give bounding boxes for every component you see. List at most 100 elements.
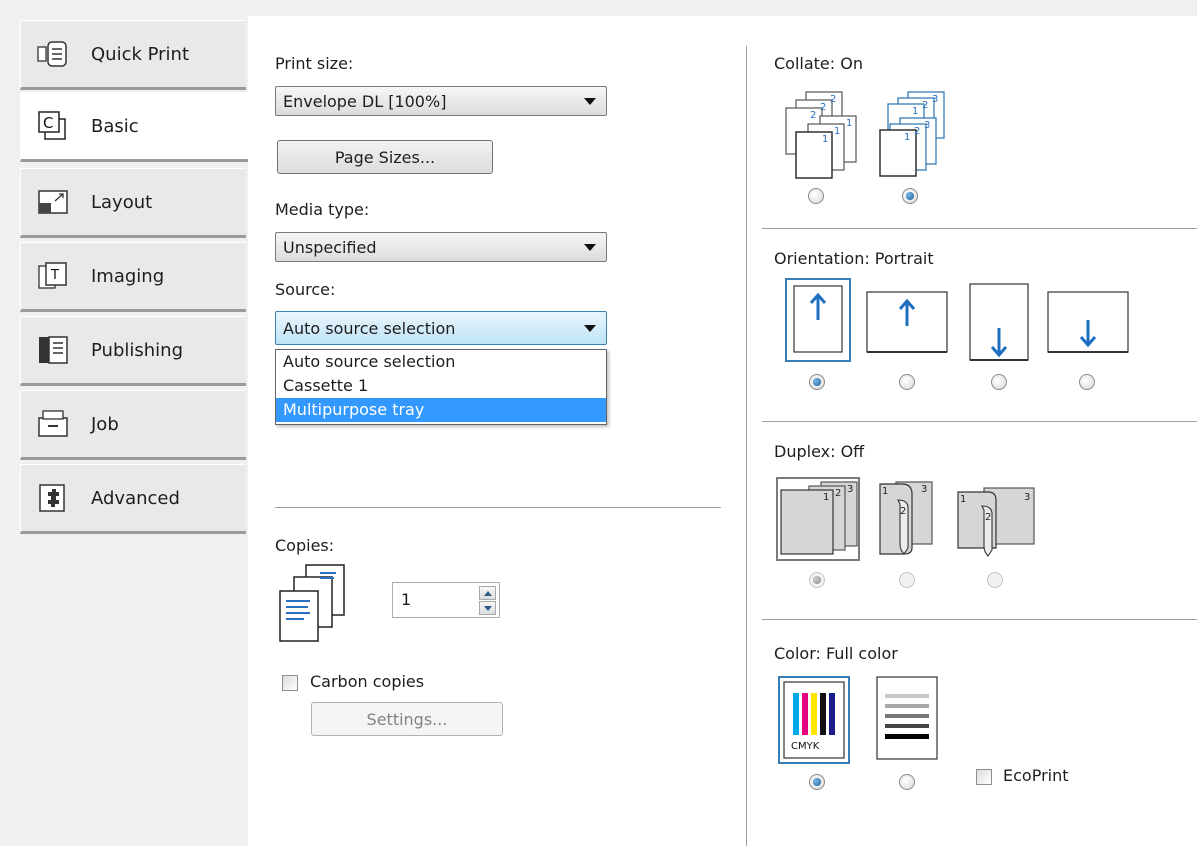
svg-text:1: 1 — [882, 486, 888, 497]
tab-label: Advanced — [91, 487, 180, 509]
svg-text:1: 1 — [904, 132, 910, 143]
basic-settings-panel: Print size: Envelope DL [100%] Page Size… — [248, 16, 1197, 846]
duplex-short-edge-radio[interactable] — [987, 572, 1003, 588]
ecoprint-label: EcoPrint — [1003, 766, 1069, 785]
media-type-dropdown[interactable]: Unspecified — [275, 232, 607, 262]
svg-text:3: 3 — [1024, 492, 1030, 503]
publishing-icon — [33, 333, 73, 367]
source-option-multipurpose-tray[interactable]: Multipurpose tray — [276, 398, 606, 422]
imaging-icon: T — [33, 259, 73, 293]
carbon-settings-button[interactable]: Settings... — [311, 702, 503, 736]
duplex-long-edge-icon[interactable]: 3 1 2 — [874, 478, 938, 565]
page-sizes-button[interactable]: Page Sizes... — [277, 140, 493, 174]
svg-text:2: 2 — [835, 488, 841, 499]
svg-text:2: 2 — [914, 126, 920, 137]
orientation-portrait-rotated-radio[interactable] — [991, 374, 1007, 390]
color-black-white-radio[interactable] — [899, 774, 915, 790]
cmyk-text: CMYK — [791, 741, 820, 752]
svg-text:1: 1 — [960, 494, 966, 505]
orientation-portrait-radio[interactable] — [809, 374, 825, 390]
tab-label: Job — [91, 413, 119, 435]
svg-text:T: T — [50, 268, 59, 283]
carbon-copies-checkbox[interactable] — [282, 675, 298, 691]
tab-label: Publishing — [91, 339, 183, 361]
color-full-radio[interactable] — [809, 774, 825, 790]
basic-icon: C — [33, 109, 73, 143]
carbon-copies-label: Carbon copies — [310, 672, 425, 691]
svg-text:C: C — [43, 114, 53, 132]
collate-on-radio[interactable] — [902, 188, 918, 204]
quick-print-icon — [33, 37, 73, 71]
tab-layout[interactable]: Layout — [20, 168, 246, 238]
ecoprint-checkbox[interactable] — [976, 769, 992, 785]
svg-text:1: 1 — [846, 118, 852, 129]
separator — [275, 507, 721, 508]
print-size-dropdown[interactable]: Envelope DL [100%] — [275, 86, 607, 116]
chevron-down-icon — [584, 98, 596, 105]
layout-icon — [33, 185, 73, 219]
collate-label: Collate: On — [774, 54, 863, 73]
orientation-landscape-radio[interactable] — [899, 374, 915, 390]
source-dropdown[interactable]: Auto source selection — [275, 311, 607, 345]
duplex-long-edge-radio[interactable] — [899, 572, 915, 588]
tab-quick-print[interactable]: Quick Print — [20, 20, 246, 90]
svg-text:3: 3 — [921, 484, 927, 495]
copies-stepper[interactable]: 1 — [392, 582, 500, 618]
tab-label: Quick Print — [91, 43, 190, 65]
copies-label: Copies: — [275, 536, 335, 555]
source-option-cassette-1[interactable]: Cassette 1 — [276, 374, 606, 398]
source-label: Source: — [275, 280, 336, 299]
svg-text:1: 1 — [823, 492, 829, 503]
tab-label: Basic — [91, 115, 139, 137]
tab-publishing[interactable]: Publishing — [20, 316, 246, 386]
print-size-value: Envelope DL [100%] — [283, 91, 447, 111]
print-size-label: Print size: — [275, 54, 354, 73]
portrait-icon[interactable] — [792, 284, 844, 359]
chevron-down-icon — [584, 244, 596, 251]
collate-off-radio[interactable] — [808, 188, 824, 204]
tab-advanced[interactable]: Advanced — [20, 464, 246, 534]
landscape-icon[interactable] — [865, 290, 949, 361]
svg-text:2: 2 — [820, 102, 826, 113]
full-color-icon[interactable]: CMYK — [783, 681, 845, 764]
source-option-auto[interactable]: Auto source selection — [276, 350, 606, 374]
source-value: Auto source selection — [283, 318, 456, 338]
duplex-label: Duplex: Off — [774, 442, 865, 461]
media-type-value: Unspecified — [283, 237, 377, 257]
svg-text:2: 2 — [810, 110, 816, 121]
copies-value[interactable]: 1 — [401, 590, 411, 609]
column-divider — [746, 46, 747, 846]
svg-text:2: 2 — [985, 512, 991, 523]
portrait-rotated-icon[interactable] — [968, 282, 1032, 369]
duplex-off-icon[interactable]: 321 — [775, 476, 861, 567]
orientation-landscape-rotated-radio[interactable] — [1079, 374, 1095, 390]
chevron-down-icon — [584, 325, 596, 332]
orientation-label: Orientation: Portrait — [774, 249, 934, 268]
tab-job[interactable]: Job — [20, 390, 246, 460]
svg-text:1: 1 — [834, 126, 840, 137]
duplex-short-edge-icon[interactable]: 3 1 2 — [954, 482, 1040, 563]
copies-icon — [276, 563, 352, 652]
media-type-label: Media type: — [275, 200, 370, 219]
svg-text:3: 3 — [932, 94, 938, 105]
black-and-white-icon[interactable] — [876, 676, 938, 765]
duplex-off-radio[interactable] — [809, 572, 825, 588]
advanced-icon — [33, 481, 73, 515]
svg-text:1: 1 — [912, 106, 918, 117]
tab-basic[interactable]: C Basic — [20, 92, 248, 162]
tab-label: Imaging — [91, 265, 165, 287]
separator — [762, 619, 1197, 620]
svg-text:2: 2 — [922, 100, 928, 111]
svg-text:2: 2 — [900, 506, 906, 517]
stepper-up-icon[interactable] — [479, 586, 496, 600]
separator — [762, 421, 1197, 422]
svg-text:3: 3 — [847, 484, 853, 495]
stepper-down-icon[interactable] — [479, 601, 496, 615]
separator — [762, 228, 1197, 229]
svg-text:2: 2 — [830, 94, 836, 105]
color-label: Color: Full color — [774, 644, 898, 663]
job-icon — [33, 407, 73, 441]
tab-imaging[interactable]: T Imaging — [20, 242, 246, 312]
landscape-rotated-icon[interactable] — [1046, 290, 1130, 361]
svg-text:1: 1 — [822, 134, 828, 145]
